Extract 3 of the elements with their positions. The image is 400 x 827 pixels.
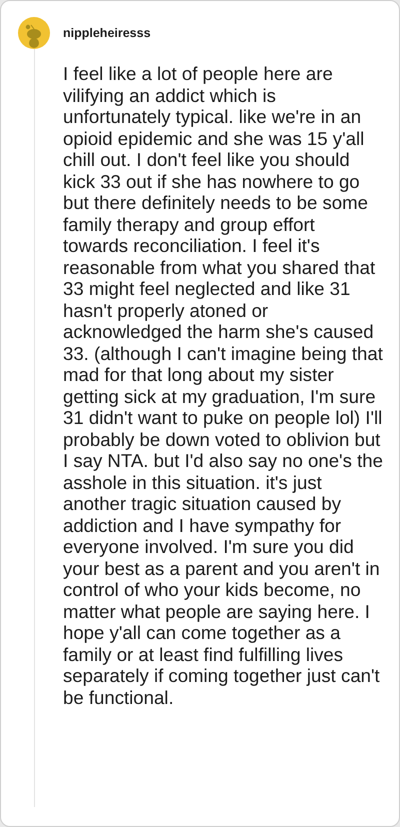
avatar-icon[interactable] bbox=[18, 17, 50, 49]
comment-text: I feel like a lot of people here are vilifying an addict which is unfortunately typical. like we're in an opioid epidemic and she was 15 y'all chill out. I don't feel like you should kick 33 out if she has nowhere to go but there definitely needs to be some family therapy and group effort towards reconciliation. I feel it's reasonable from what you shared that 33 might feel neglected and like 31 hasn't properly atoned or acknowledged the harm she's caused 33. (although I can't imagine being that mad for that long about my sister getting sick at my graduation, I'm sure 31 didn't want to puke on people lol) I'll probably be down voted to oblivion but I say NTA. but I'd also say no one's the asshole in this situation. it's just another tragic situation caused by addiction and I have sympathy for everyone involved. I'm sure you did your best as a parent and you aren't in control of who your kids become, no matter what people are saying here. I hope y'all can come together as a family or at least find fulfilling lives separately if coming together just can't be functional. bbox=[63, 63, 384, 710]
username[interactable]: nippleheiresss bbox=[63, 26, 151, 40]
